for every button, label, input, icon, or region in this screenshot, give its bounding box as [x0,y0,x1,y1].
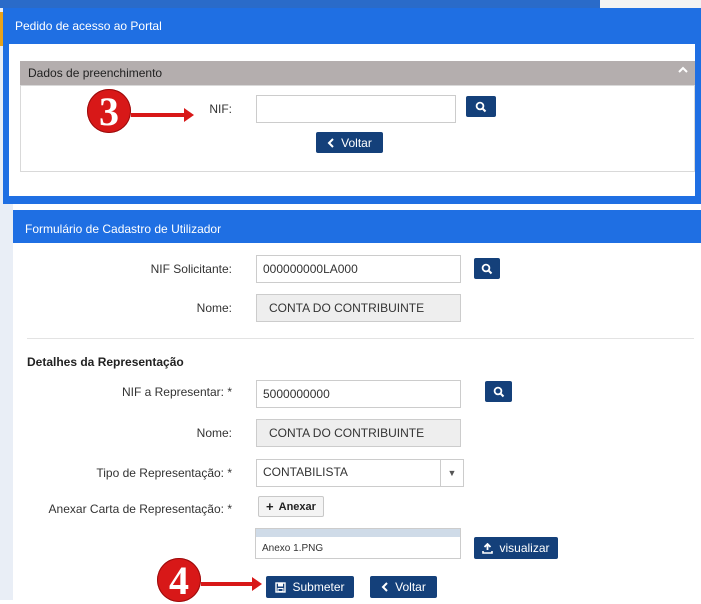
search-icon [481,263,493,275]
nif-representar-input[interactable]: 5000000000 [256,380,461,408]
search-icon [493,386,505,398]
nome2-input: CONTA DO CONTRIBUINTE [256,419,461,447]
anexar-button[interactable]: + Anexar [258,496,324,517]
tipo-representacao-select[interactable]: CONTABILISTA ▼ [256,459,464,487]
attached-file-name: Anexo 1.PNG [262,543,324,554]
upload-icon [482,542,494,554]
visualizar-button[interactable]: visualizar [474,537,558,559]
back-button-label: Voltar [395,580,426,594]
chevron-up-icon[interactable] [677,64,689,76]
section-header-title: Dados de preenchimento [28,66,163,80]
back-button[interactable]: Voltar [316,132,383,153]
step-3-arrow [131,108,194,122]
plus-icon: + [266,499,274,514]
caret-down-icon: ▼ [440,460,463,486]
search-nif-representar-button[interactable] [485,381,512,402]
step-4-badge: 4 [157,558,201,603]
search-nif-button[interactable] [466,96,496,117]
save-icon [275,581,287,593]
step-4-arrow [201,577,262,591]
nome-label: Nome: [196,301,232,315]
nome-input: CONTA DO CONTRIBUINTE [256,294,461,322]
section-divider [27,338,694,339]
back-button-label: Voltar [341,135,372,150]
nif-solicitante-label: NIF Solicitante: [150,262,232,276]
section-header[interactable]: Dados de preenchimento [20,61,695,85]
tipo-representacao-label: Tipo de Representação: * [96,466,232,480]
details-section-title: Detalhes da Representação [27,355,184,369]
top-banner-strip [0,0,701,8]
tipo-representacao-value: CONTABILISTA [263,465,348,479]
nome2-label: Nome: [196,426,232,440]
chevron-left-icon [381,582,389,592]
submit-button[interactable]: Submeter [266,576,354,598]
submit-button-label: Submeter [292,580,345,594]
nif-representar-label: NIF a Representar: * [121,385,232,399]
chevron-left-icon [327,137,335,148]
user-registration-header: Formulário de Cadastro de Utilizador [13,210,701,243]
nif-input[interactable] [256,95,456,123]
nif-solicitante-input[interactable]: 000000000LA000 [256,255,461,283]
visualizar-button-label: visualizar [499,541,550,555]
panel-title: Pedido de acesso ao Portal [15,19,162,33]
attached-file: Anexo 1.PNG [255,528,461,559]
anexar-button-label: Anexar [278,500,316,513]
step-3-badge: 3 [87,89,131,134]
anexar-carta-label: Anexar Carta de Representação: * [48,502,232,516]
back-button-bottom[interactable]: Voltar [370,576,437,598]
search-icon [475,101,487,113]
search-nif-solicitante-button[interactable] [474,258,500,279]
panel-title: Formulário de Cadastro de Utilizador [25,222,222,236]
